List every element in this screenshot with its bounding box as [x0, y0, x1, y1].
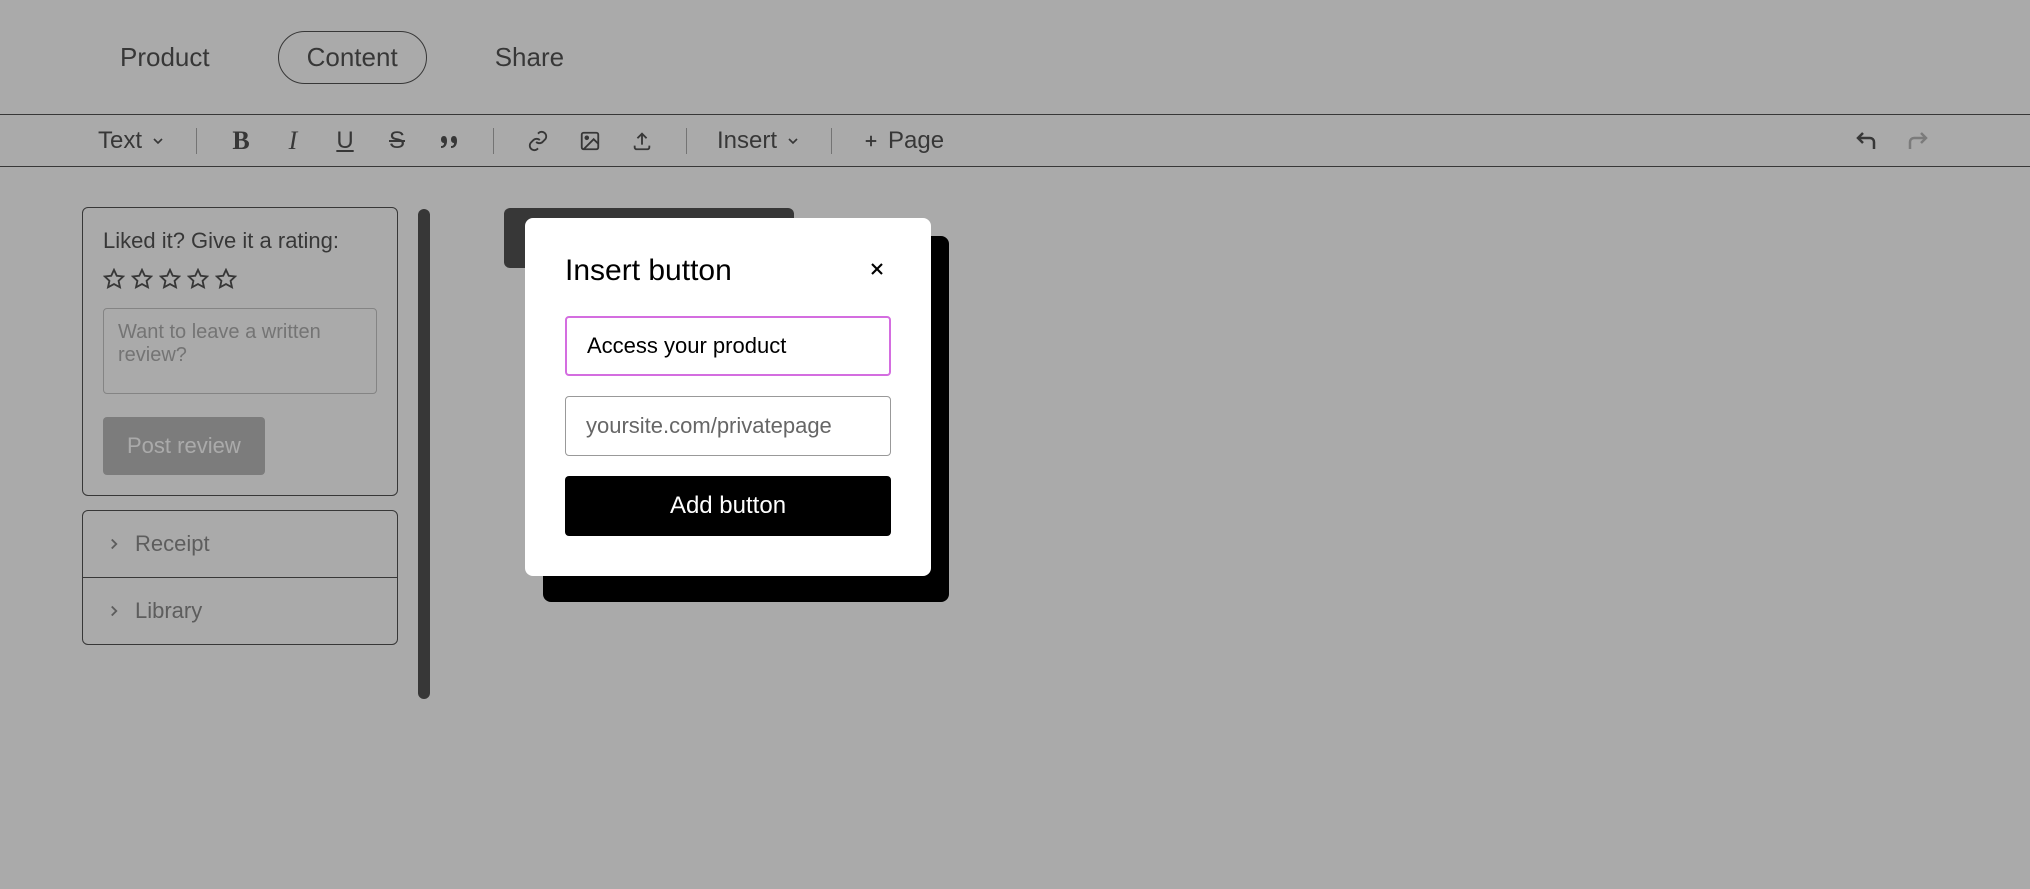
insert-button-modal: Insert button Add button — [525, 218, 931, 576]
modal-overlay[interactable] — [0, 0, 2030, 889]
button-label-input[interactable] — [565, 316, 891, 376]
button-url-input[interactable] — [565, 396, 891, 456]
modal-close-button[interactable] — [863, 255, 891, 288]
close-icon — [867, 259, 887, 279]
modal-title: Insert button — [565, 254, 732, 288]
add-button-submit[interactable]: Add button — [565, 476, 891, 536]
